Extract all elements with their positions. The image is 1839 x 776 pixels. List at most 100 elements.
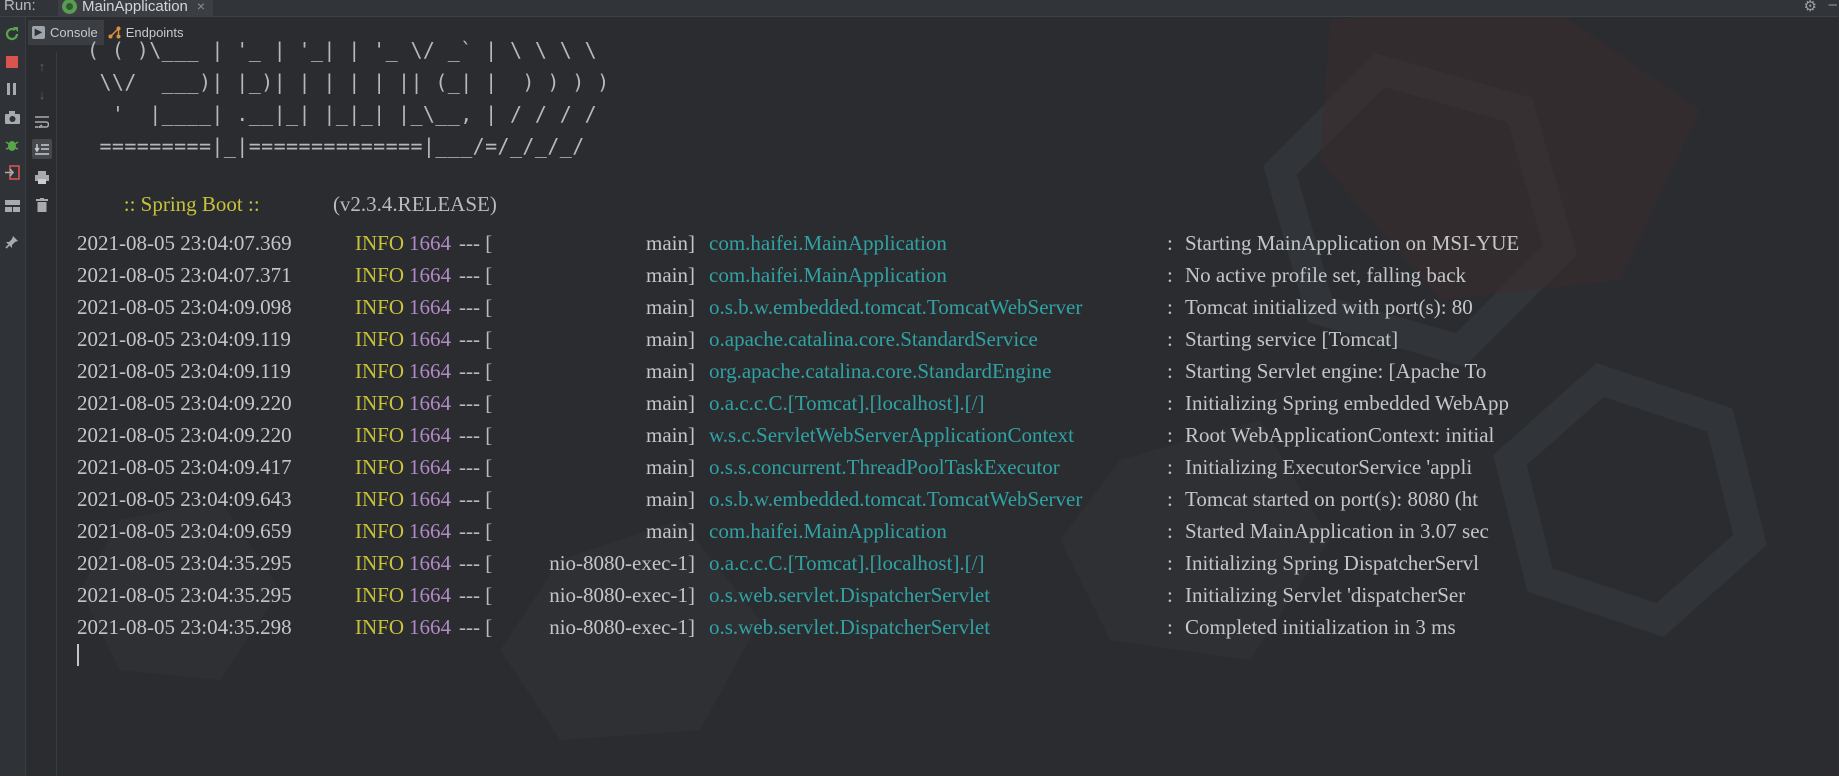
soft-wrap-icon[interactable] xyxy=(32,112,52,132)
log-message: Tomcat initialized with port(s): 80 xyxy=(1185,295,1473,319)
endpoints-icon xyxy=(108,26,121,39)
banner-line: ( ( )\___ | '_ | '_| | '_ \/ _` | \ \ \ … xyxy=(87,38,598,62)
log-line: 2021-08-05 23:04:07.369 INFO 1664 --- [main… xyxy=(77,231,1839,263)
log-line: 2021-08-05 23:04:35.295 INFO 1664 --- [nio-… xyxy=(77,583,1839,615)
log-level: INFO xyxy=(355,551,405,575)
log-line: 2021-08-05 23:04:35.295 INFO 1664 --- [nio-… xyxy=(77,551,1839,583)
log-logger: o.s.b.w.embedded.tomcat.TomcatWebServer xyxy=(709,487,1083,511)
log-timestamp: 2021-08-05 23:04:09.220 xyxy=(77,391,292,415)
scroll-down-icon[interactable]: ↓ xyxy=(32,84,52,104)
clear-icon[interactable] xyxy=(32,195,52,215)
camera-icon[interactable] xyxy=(3,108,21,126)
log-level: INFO xyxy=(355,455,405,479)
gear-icon[interactable]: ⚙ xyxy=(1804,0,1817,15)
log-thread: main] xyxy=(646,519,695,543)
console-toolbar: ↑ ↓ xyxy=(28,52,57,776)
run-label: Run: xyxy=(4,0,36,14)
log-level: INFO xyxy=(355,519,405,543)
log-timestamp: 2021-08-05 23:04:09.098 xyxy=(77,295,292,319)
console-icon: ▶ xyxy=(32,25,45,39)
run-configuration-tab[interactable]: MainApplication × xyxy=(58,0,214,16)
log-separator: --- [ xyxy=(459,519,493,543)
log-pid: 1664 xyxy=(409,327,451,351)
log-pid: 1664 xyxy=(409,391,451,415)
log-logger: o.s.web.servlet.DispatcherServlet xyxy=(709,615,991,639)
log-separator: --- [ xyxy=(459,231,493,255)
log-message: Starting service [Tomcat] xyxy=(1185,327,1399,351)
log-separator: --- [ xyxy=(459,359,493,383)
log-colon: : xyxy=(1167,295,1173,319)
log-thread: nio-8080-exec-1] xyxy=(549,615,695,639)
log-message: No active profile set, falling back xyxy=(1185,263,1467,287)
scroll-to-end-icon[interactable] xyxy=(32,139,52,159)
log-logger: o.s.s.concurrent.ThreadPoolTaskExecutor xyxy=(709,455,1060,479)
log-timestamp: 2021-08-05 23:04:07.369 xyxy=(77,231,292,255)
log-colon: : xyxy=(1167,615,1173,639)
rerun-icon[interactable] xyxy=(3,25,21,43)
scroll-up-icon[interactable]: ↑ xyxy=(32,56,52,76)
log-message: Started MainApplication in 3.07 sec xyxy=(1185,519,1489,543)
log-message: Starting MainApplication on MSI-YUE xyxy=(1185,231,1520,255)
log-level: INFO xyxy=(355,583,405,607)
log-separator: --- [ xyxy=(459,455,493,479)
log-colon: : xyxy=(1167,519,1173,543)
debug-icon[interactable] xyxy=(3,136,21,154)
layout-icon[interactable] xyxy=(3,197,21,215)
log-line: 2021-08-05 23:04:09.417 INFO 1664 --- [main… xyxy=(77,455,1839,487)
log-separator: --- [ xyxy=(459,263,493,287)
log-level: INFO xyxy=(355,615,405,639)
log-logger: o.s.b.w.embedded.tomcat.TomcatWebServer xyxy=(709,295,1083,319)
log-timestamp: 2021-08-05 23:04:35.295 xyxy=(77,551,292,575)
stop-icon[interactable] xyxy=(3,53,21,71)
log-colon: : xyxy=(1167,455,1173,479)
run-bar: Run: MainApplication × ⚙ – xyxy=(0,0,1839,17)
log-separator: --- [ xyxy=(459,615,493,639)
log-thread: main] xyxy=(646,359,695,383)
log-pid: 1664 xyxy=(409,295,451,319)
log-pid: 1664 xyxy=(409,487,451,511)
log-message: Root WebApplicationContext: initial xyxy=(1185,423,1495,447)
print-icon[interactable] xyxy=(32,167,52,187)
log-logger: com.haifei.MainApplication xyxy=(709,263,947,287)
pin-icon[interactable] xyxy=(3,233,21,251)
spring-boot-version: (v2.3.4.RELEASE) xyxy=(332,192,497,216)
log-thread: main] xyxy=(646,423,695,447)
log-timestamp: 2021-08-05 23:04:09.119 xyxy=(77,359,291,383)
log-separator: --- [ xyxy=(459,423,493,447)
log-line: 2021-08-05 23:04:09.220 INFO 1664 --- [main… xyxy=(77,391,1839,423)
log-timestamp: 2021-08-05 23:04:35.298 xyxy=(77,615,292,639)
log-line: 2021-08-05 23:04:09.119 INFO 1664 --- [main… xyxy=(77,327,1839,359)
exit-icon[interactable] xyxy=(3,163,21,181)
log-timestamp: 2021-08-05 23:04:09.417 xyxy=(77,455,292,479)
run-tool-window: Run: MainApplication × ⚙ – ▶ Console End… xyxy=(0,0,1839,776)
pause-icon[interactable] xyxy=(3,80,21,98)
close-tab-icon[interactable]: × xyxy=(197,0,205,14)
log-pid: 1664 xyxy=(409,263,451,287)
minimize-icon[interactable]: – xyxy=(1829,0,1837,13)
log-thread: main] xyxy=(646,391,695,415)
log-colon: : xyxy=(1167,359,1173,383)
log-colon: : xyxy=(1167,231,1173,255)
log-logger: o.apache.catalina.core.StandardService xyxy=(709,327,1038,351)
log-timestamp: 2021-08-05 23:04:09.220 xyxy=(77,423,292,447)
log-timestamp: 2021-08-05 23:04:07.371 xyxy=(77,263,292,287)
log-separator: --- [ xyxy=(459,327,493,351)
log-level: INFO xyxy=(355,295,405,319)
log-separator: --- [ xyxy=(459,295,493,319)
log-level: INFO xyxy=(355,327,405,351)
log-pid: 1664 xyxy=(409,231,451,255)
log-thread: main] xyxy=(646,455,695,479)
log-pid: 1664 xyxy=(409,615,451,639)
log-pid: 1664 xyxy=(409,359,451,383)
log-separator: --- [ xyxy=(459,551,493,575)
log-pid: 1664 xyxy=(409,551,451,575)
log-thread: main] xyxy=(646,231,695,255)
log-level: INFO xyxy=(355,423,405,447)
console-output[interactable]: ( ( )\___ | '_ | '_| | '_ \/ _` | \ \ \ … xyxy=(77,38,1839,776)
log-pid: 1664 xyxy=(409,583,451,607)
log-message: Initializing ExecutorService 'appli xyxy=(1185,455,1473,479)
log-thread: main] xyxy=(646,327,695,351)
log-line: 2021-08-05 23:04:09.220 INFO 1664 --- [main… xyxy=(77,423,1839,455)
log-separator: --- [ xyxy=(459,583,493,607)
log-message: Tomcat started on port(s): 8080 (ht xyxy=(1185,487,1479,511)
